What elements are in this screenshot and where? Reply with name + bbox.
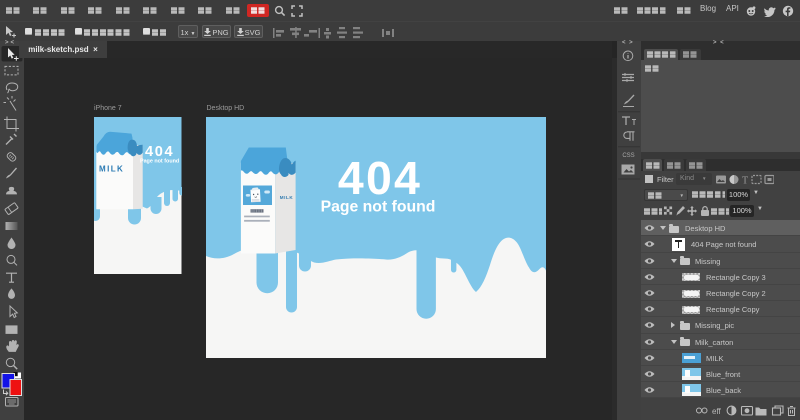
svg-text:Page not found: Page not found xyxy=(320,198,435,215)
svg-text:404: 404 xyxy=(337,152,421,204)
svg-text:T: T xyxy=(742,175,748,185)
svg-text:CSS: CSS xyxy=(622,153,634,159)
svg-text:MILK: MILK xyxy=(99,164,124,173)
svg-text:eff: eff xyxy=(712,407,722,416)
svg-text:Page not found: Page not found xyxy=(140,158,179,164)
svg-text:MILK: MILK xyxy=(279,195,293,200)
